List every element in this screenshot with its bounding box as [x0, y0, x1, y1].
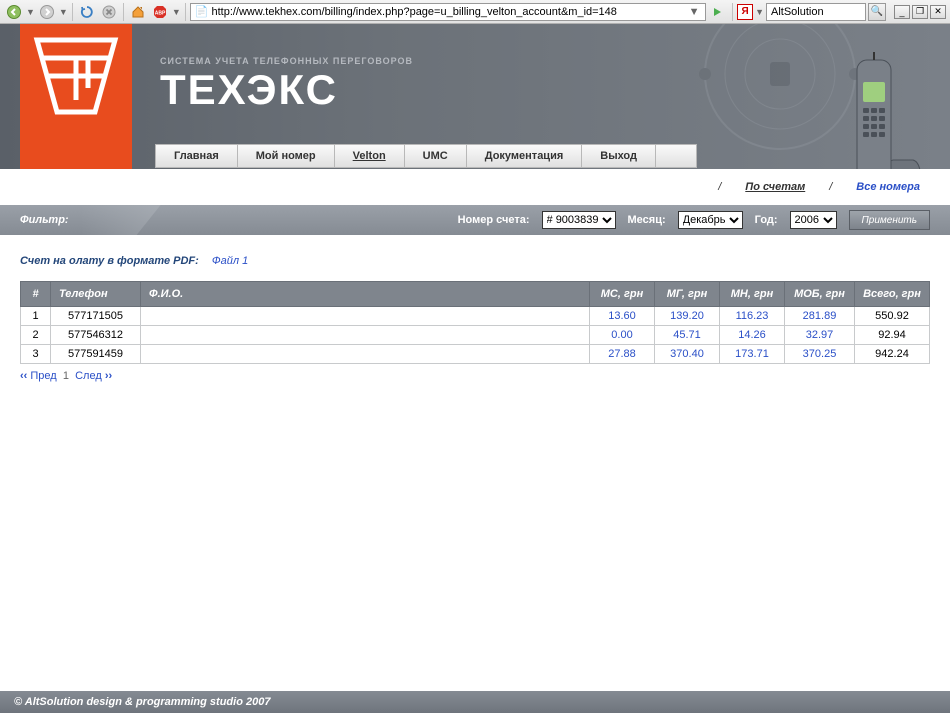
cell-mg[interactable]: 45.71 [655, 326, 720, 345]
subnav-by-accounts[interactable]: По счетам [745, 181, 805, 193]
yandex-icon[interactable]: Я [737, 4, 753, 20]
cell-ms[interactable]: 27.88 [590, 345, 655, 364]
pager-current: 1 [63, 370, 69, 382]
brand-subtitle: СИСТЕМА УЧЕТА ТЕЛЕФОННЫХ ПЕРЕГОВОРОВ [160, 56, 413, 66]
search-button[interactable]: 🔍 [868, 3, 886, 21]
cell-phone: 577171505 [51, 307, 141, 326]
table-row: 3577591459 27.88370.40173.71370.25942.24 [21, 345, 930, 364]
cell-total: 942.24 [855, 345, 930, 364]
cell-mn[interactable]: 173.71 [720, 345, 785, 364]
cell-total: 92.94 [855, 326, 930, 345]
apply-button[interactable]: Применить [849, 210, 930, 230]
th-fio: Ф.И.О. [141, 282, 590, 307]
content: Счет на олату в формате PDF: Файл 1 # Те… [0, 235, 950, 402]
table-row: 2577546312 0.0045.7114.2632.9792.94 [21, 326, 930, 345]
billing-table: # Телефон Ф.И.О. МС, грн МГ, грн МН, грн… [20, 281, 930, 364]
url-input[interactable] [211, 6, 687, 18]
logo-icon [33, 36, 119, 116]
cell-fio [141, 307, 590, 326]
account-label: Номер счета: [458, 214, 530, 226]
cell-total: 550.92 [855, 307, 930, 326]
phone-image [835, 52, 930, 169]
account-select[interactable]: # 9003839 [542, 211, 616, 229]
cell-mob[interactable]: 281.89 [785, 307, 855, 326]
filter-bar: Фильтр: Номер счета: # 9003839 Месяц: Де… [0, 205, 950, 235]
sub-nav: / По счетам / Все номера [0, 169, 950, 205]
home-button[interactable] [128, 2, 148, 22]
cell-mob[interactable]: 32.97 [785, 326, 855, 345]
nav-umc[interactable]: UMC [405, 145, 467, 167]
pager-next-icon: ›› [105, 370, 112, 382]
th-mg: МГ, грн [655, 282, 720, 307]
cell-mob[interactable]: 370.25 [785, 345, 855, 364]
subnav-sep: / [829, 181, 832, 193]
close-button[interactable]: ✕ [930, 5, 946, 19]
pager-prev-icon: ‹‹ [20, 370, 27, 382]
browser-toolbar: ▼ ▼ ABP ▼ 📄 ▼ Я ▼ 🔍 _ ❐ ✕ [0, 0, 950, 24]
cell-ms[interactable]: 0.00 [590, 326, 655, 345]
th-phone: Телефон [51, 282, 141, 307]
filter-label: Фильтр: [20, 214, 69, 226]
month-select[interactable]: Декабрь [678, 211, 743, 229]
cell-n: 1 [21, 307, 51, 326]
cell-phone: 577546312 [51, 326, 141, 345]
logo[interactable] [20, 24, 132, 169]
cell-phone: 577591459 [51, 345, 141, 364]
cell-n: 3 [21, 345, 51, 364]
main-nav: Главная Мой номер Velton UMC Документаци… [155, 144, 697, 168]
pager-prev[interactable]: Пред [30, 370, 56, 382]
pdf-link[interactable]: Файл 1 [212, 255, 248, 267]
site-header: СИСТЕМА УЧЕТА ТЕЛЕФОННЫХ ПЕРЕГОВОРОВ ТЕХ… [0, 24, 950, 169]
url-dropdown[interactable]: ▼ [687, 6, 701, 18]
stop-button[interactable] [99, 2, 119, 22]
pager: ‹‹ Пред 1 След ›› [20, 370, 930, 382]
subnav-sep: / [718, 181, 721, 193]
back-button[interactable] [4, 2, 24, 22]
pager-next[interactable]: След [75, 370, 102, 382]
pdf-label: Счет на олату в формате PDF: [20, 255, 199, 267]
page-icon: 📄 [195, 5, 209, 18]
nav-my-number[interactable]: Мой номер [238, 145, 335, 167]
forward-button[interactable] [37, 2, 57, 22]
pdf-line: Счет на олату в формате PDF: Файл 1 [20, 255, 930, 267]
cell-fio [141, 345, 590, 364]
brand-title: ТЕХЭКС [160, 66, 413, 114]
th-num: # [21, 282, 51, 307]
go-button[interactable] [708, 2, 728, 22]
th-mob: МОБ, грн [785, 282, 855, 307]
th-ms: МС, грн [590, 282, 655, 307]
cell-n: 2 [21, 326, 51, 345]
abp-button[interactable]: ABP [150, 2, 170, 22]
footer: © AltSolution design & programming studi… [0, 691, 950, 713]
search-input[interactable] [766, 3, 866, 21]
cell-mn[interactable]: 14.26 [720, 326, 785, 345]
restore-button[interactable]: ❐ [912, 5, 928, 19]
th-mn: МН, грн [720, 282, 785, 307]
cell-fio [141, 326, 590, 345]
nav-exit[interactable]: Выход [582, 145, 656, 167]
table-row: 1577171505 13.60139.20116.23281.89550.92 [21, 307, 930, 326]
cell-mn[interactable]: 116.23 [720, 307, 785, 326]
cell-mg[interactable]: 139.20 [655, 307, 720, 326]
nav-velton[interactable]: Velton [335, 145, 405, 167]
svg-text:ABP: ABP [155, 10, 166, 16]
year-select[interactable]: 2006 [790, 211, 837, 229]
reload-button[interactable] [77, 2, 97, 22]
search-box: Я ▼ 🔍 [737, 3, 886, 21]
nav-main[interactable]: Главная [156, 145, 238, 167]
minimize-button[interactable]: _ [894, 5, 910, 19]
subnav-all-numbers[interactable]: Все номера [856, 181, 920, 193]
cell-mg[interactable]: 370.40 [655, 345, 720, 364]
month-label: Месяц: [628, 214, 666, 226]
year-label: Год: [755, 214, 778, 226]
th-total: Всего, грн [855, 282, 930, 307]
nav-docs[interactable]: Документация [467, 145, 583, 167]
url-bar[interactable]: 📄 ▼ [190, 3, 706, 21]
cell-ms[interactable]: 13.60 [590, 307, 655, 326]
